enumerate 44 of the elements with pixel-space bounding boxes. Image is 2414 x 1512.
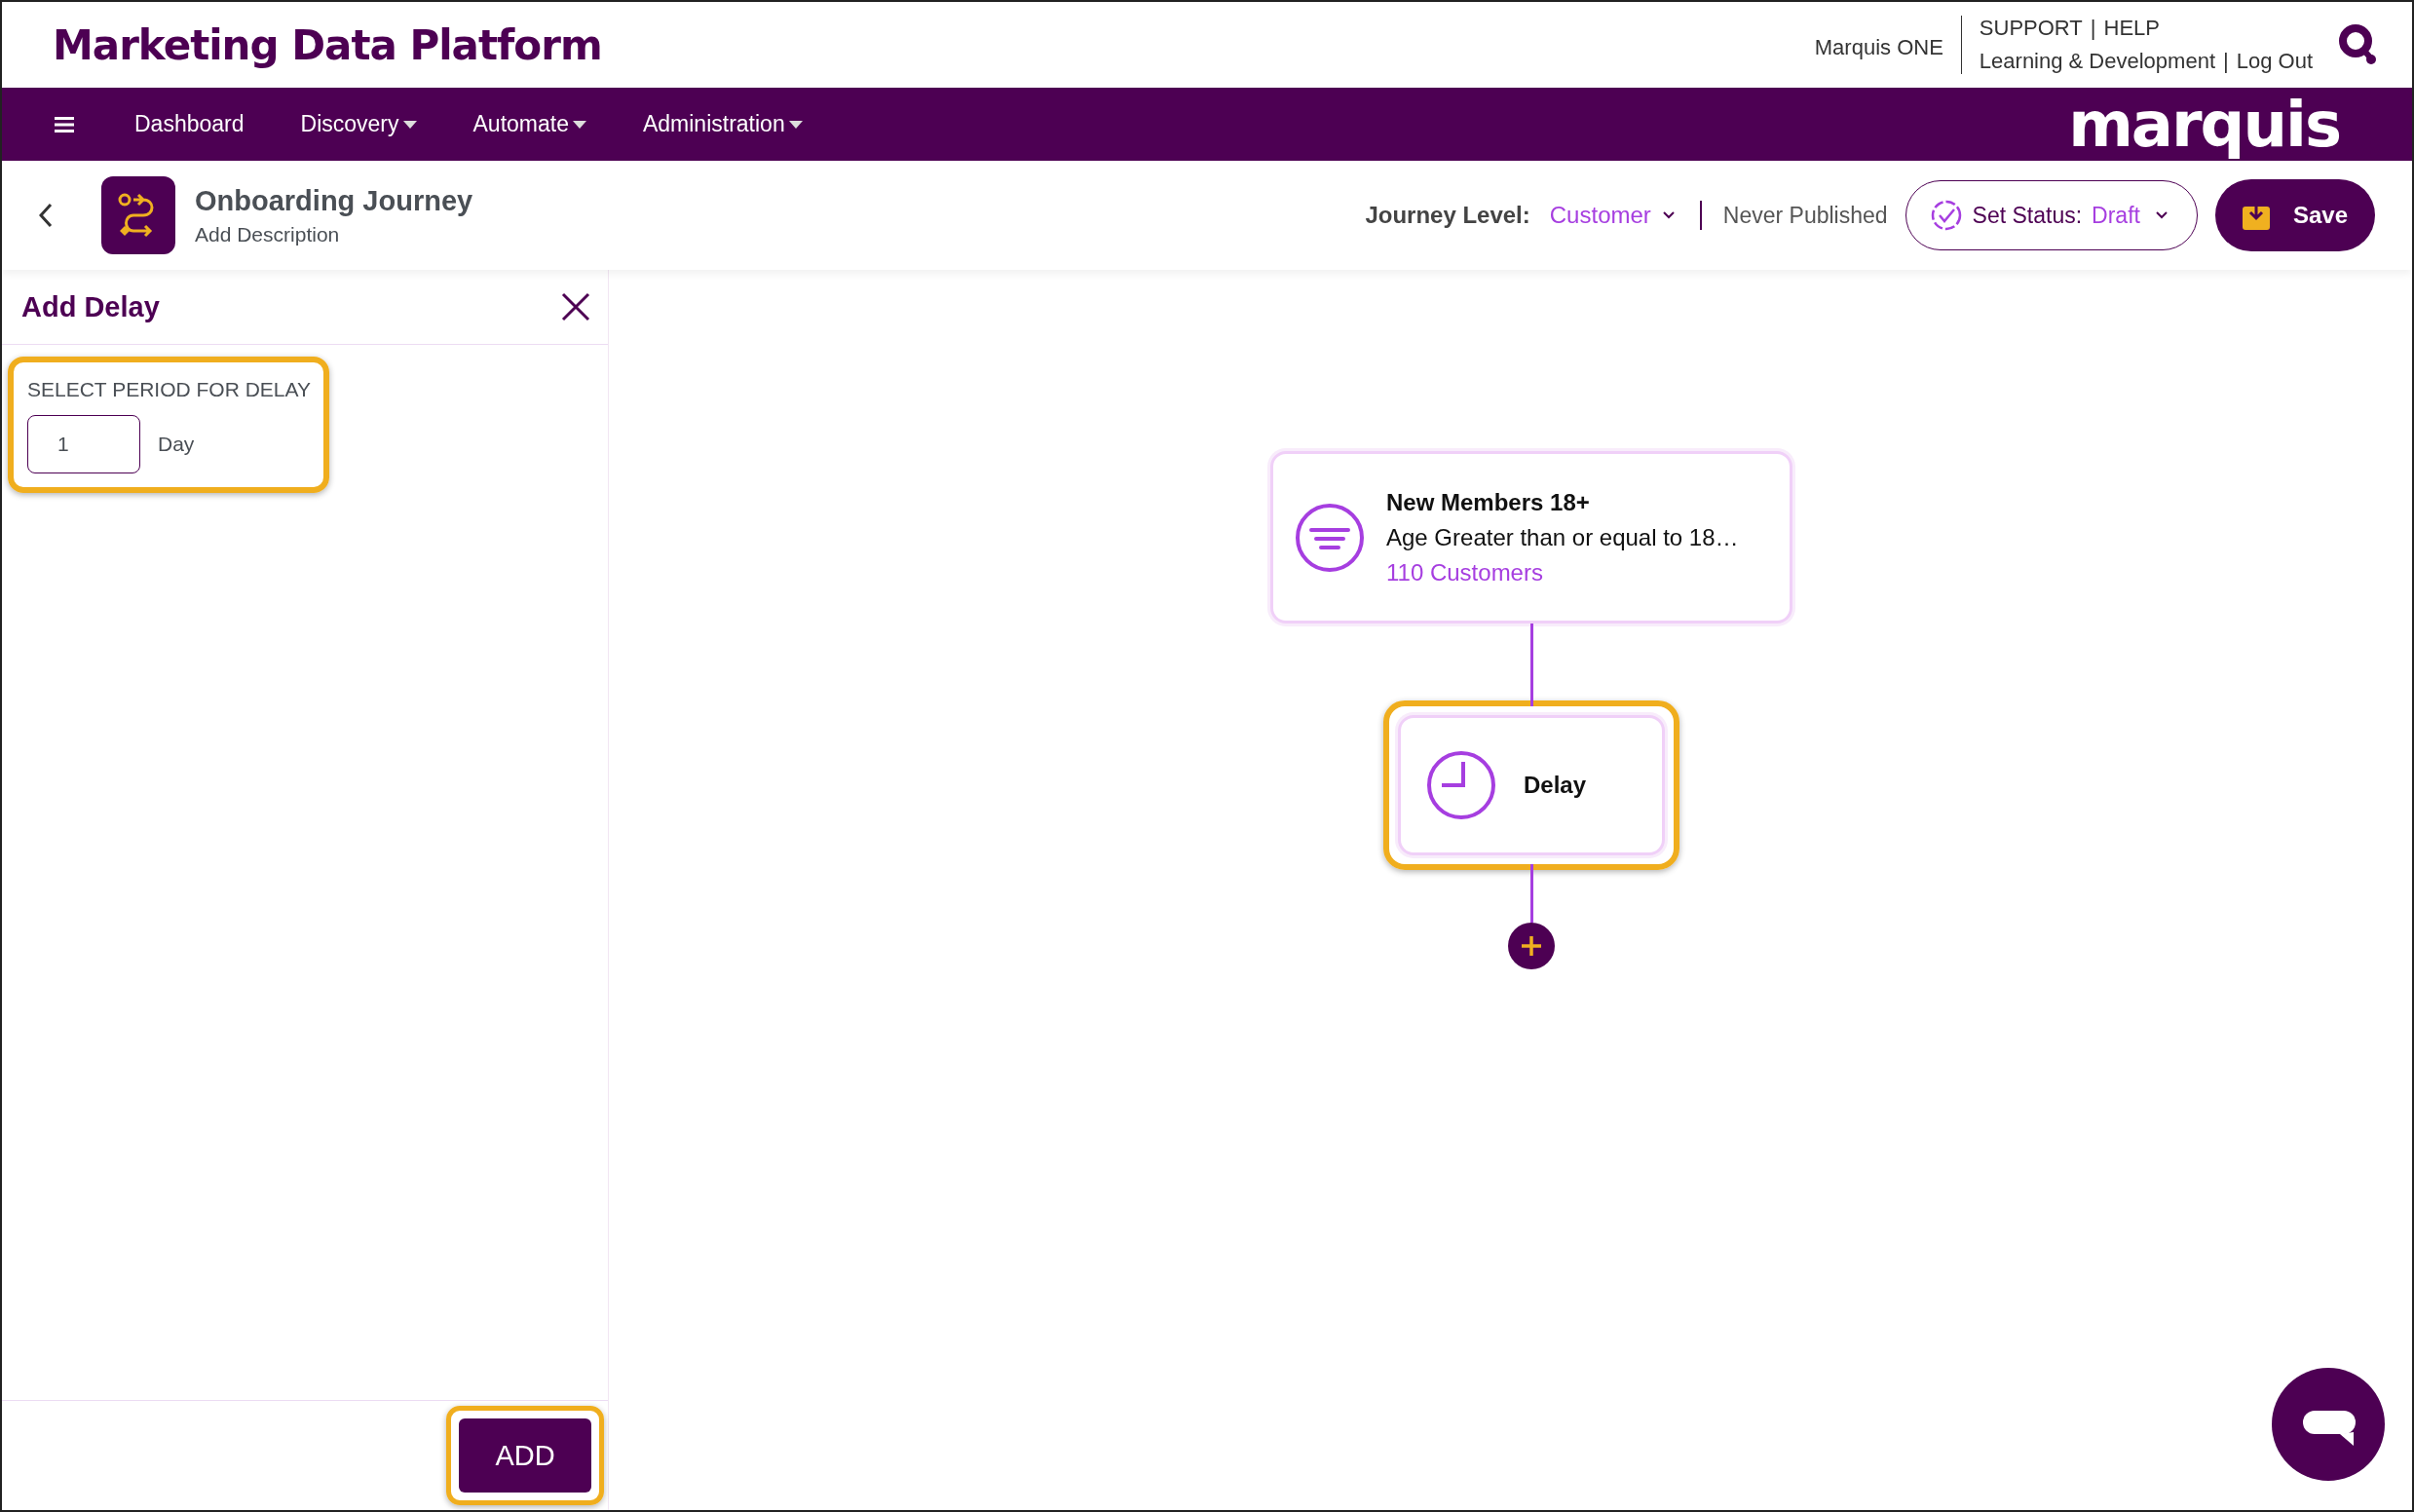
chat-bubble-icon[interactable] <box>2272 1368 2385 1481</box>
journey-title[interactable]: Onboarding Journey <box>195 184 473 217</box>
node-description: Age Greater than or equal to 18… <box>1386 523 1739 551</box>
add-step-plus-icon[interactable] <box>1508 923 1555 969</box>
chevron-down-icon <box>2155 211 2168 219</box>
field-label: SELECT PERIOD FOR DELAY <box>27 378 310 401</box>
filter-icon <box>1295 502 1365 573</box>
header-link[interactable]: HELP <box>2103 16 2160 41</box>
brand-logo: marquis <box>2068 88 2340 161</box>
journey-level-dropdown[interactable]: Customer <box>1549 202 1675 229</box>
header-link[interactable]: SUPPORT <box>1979 16 2083 41</box>
delay-unit: Day <box>158 433 195 456</box>
customer-count-link[interactable]: 110 Customers <box>1386 558 1739 586</box>
publish-status: Never Published <box>1722 202 1888 229</box>
delay-amount-field[interactable]: 1 <box>27 415 140 473</box>
journey-description[interactable]: Add Description <box>195 222 473 246</box>
app-title: Marketing Data Platform <box>53 20 602 69</box>
link-separator: | <box>2090 16 2096 41</box>
connector-line <box>1530 864 1533 923</box>
product-link[interactable]: Marquis ONE <box>1814 35 1943 60</box>
header-link[interactable]: Log Out <box>2236 49 2313 74</box>
clock-icon <box>1426 750 1496 820</box>
chevron-down-icon <box>1662 211 1675 219</box>
segment-node[interactable]: New Members 18+ Age Greater than or equal to 18… 110 Customers <box>1270 451 1792 624</box>
nav-menu-item[interactable]: Dashboard <box>134 111 245 137</box>
journey-level-label: Journey Level: <box>1365 202 1530 229</box>
nav-menu-item[interactable]: Discovery <box>300 111 417 137</box>
node-title: New Members 18+ <box>1386 488 1591 516</box>
search-icon[interactable] <box>2338 23 2377 66</box>
header-link[interactable]: Learning & Development <box>1979 49 2215 74</box>
node-title: Delay <box>1524 772 1587 799</box>
nav-menu-item[interactable]: Automate <box>472 111 586 137</box>
menu-icon[interactable] <box>55 116 74 132</box>
panel-title: Add Delay <box>21 290 160 323</box>
add-button[interactable]: ADD <box>459 1418 591 1493</box>
set-status-button[interactable]: Set Status: Draft <box>1905 180 2198 250</box>
link-separator: | <box>2223 49 2229 74</box>
close-icon[interactable] <box>561 292 590 321</box>
journey-route-icon <box>101 176 175 254</box>
back-chevron-icon[interactable] <box>39 203 53 228</box>
delay-node[interactable]: Delay <box>1398 715 1665 855</box>
nav-menu-item[interactable]: Administration <box>642 111 803 137</box>
dashed-check-circle-icon <box>1929 199 1963 232</box>
save-button[interactable]: Save <box>2214 179 2375 251</box>
